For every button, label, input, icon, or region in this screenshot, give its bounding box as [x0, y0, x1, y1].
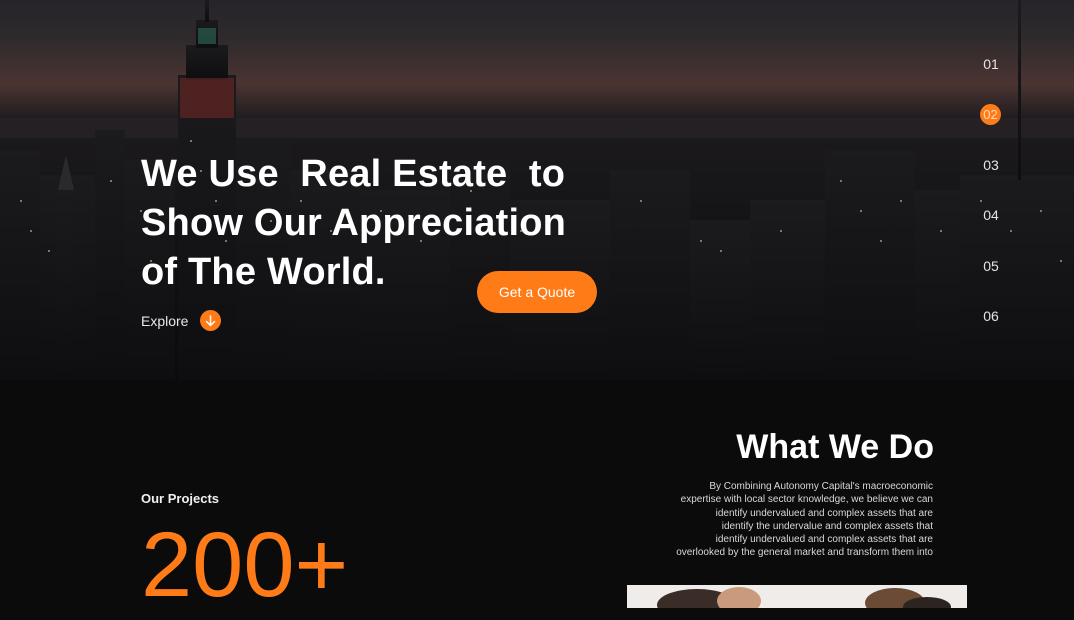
team-photo-image — [627, 585, 967, 608]
description-line-1: By Combining Autonomy Capital's macroeco… — [709, 481, 933, 492]
hero-title-line-2: Show Our Appreciation — [141, 202, 567, 244]
projects-count: 200+ — [141, 514, 349, 616]
description-line-6: overlooked by the general market and tra… — [676, 547, 933, 559]
hero-title-line-1: We Use Real Estate to — [141, 153, 566, 195]
description-line-3: identify undervalued and complex assets … — [715, 507, 933, 519]
pager-item-05[interactable]: 05 — [974, 254, 1008, 278]
explore-link[interactable]: Explore — [141, 310, 222, 331]
pager-item-02-active[interactable]: 02 — [980, 104, 1001, 125]
description-line-4: identify the undervalue and complex asse… — [721, 520, 933, 532]
what-we-do-title: What We Do — [736, 428, 934, 466]
arrow-down-icon — [200, 310, 222, 331]
projects-label: Our Projects — [141, 491, 220, 506]
what-we-do-description: By Combining Autonomy Capital's macroeco… — [653, 480, 933, 560]
pager-item-04[interactable]: 04 — [974, 203, 1008, 227]
team-photo — [627, 585, 967, 608]
explore-label: Explore — [141, 312, 189, 329]
pager-item-01[interactable]: 01 — [974, 52, 1008, 76]
get-a-quote-button[interactable]: Get a Quote — [477, 271, 597, 313]
hero-section: We Use Real Estate to Show Our Appreciat… — [0, 0, 1074, 380]
description-line-2: expertise with local sector knowledge, w… — [680, 494, 933, 506]
description-line-5: identify undervalued and complex assets … — [715, 534, 933, 546]
pager-item-06[interactable]: 06 — [974, 304, 1008, 328]
pager-item-03[interactable]: 03 — [974, 153, 1008, 177]
